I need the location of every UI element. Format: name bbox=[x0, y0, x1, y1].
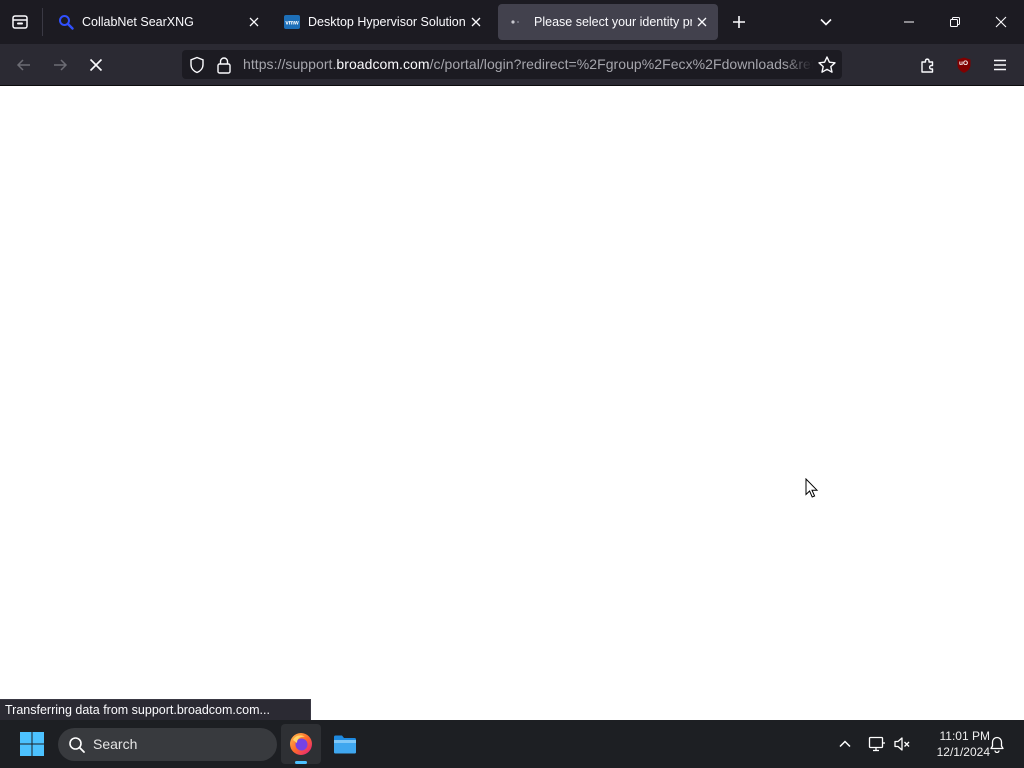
back-button[interactable] bbox=[11, 52, 37, 78]
taskbar-app-file-explorer[interactable] bbox=[325, 724, 365, 764]
tab-separator bbox=[42, 8, 43, 36]
tab-title: Desktop Hypervisor Solutions | VMwa bbox=[308, 15, 466, 29]
svg-text:vmw: vmw bbox=[285, 21, 299, 27]
windows-start-icon[interactable] bbox=[18, 730, 46, 758]
lock-icon[interactable] bbox=[216, 56, 232, 74]
windows-taskbar: Search 11:01 PM 12/1/2024 bbox=[0, 720, 1024, 768]
loading-dot-icon bbox=[510, 14, 526, 30]
mouse-cursor-icon bbox=[805, 478, 819, 498]
tab-title: CollabNet SearXNG bbox=[82, 15, 194, 29]
address-bar[interactable]: https://support.broadcom.com/c/portal/lo… bbox=[182, 50, 842, 79]
search-magnifier-icon bbox=[58, 14, 74, 30]
url-host: broadcom.com bbox=[336, 56, 430, 72]
show-hidden-icons-button[interactable] bbox=[833, 732, 857, 756]
tab-bar: CollabNet SearXNG vmw Desktop Hypervisor… bbox=[0, 0, 1024, 44]
arrow-right-icon bbox=[54, 59, 68, 71]
extensions-button[interactable] bbox=[915, 52, 941, 78]
volume-button[interactable] bbox=[890, 732, 914, 756]
ublock-origin-button[interactable]: uO bbox=[951, 52, 977, 78]
close-tab-icon[interactable] bbox=[692, 12, 712, 32]
close-icon bbox=[995, 16, 1007, 28]
url-path: /c/portal/login?redirect=%2Fgroup%2Fecx%… bbox=[429, 56, 813, 72]
tab-collabnet-searxng[interactable]: CollabNet SearXNG bbox=[46, 4, 270, 40]
active-app-indicator bbox=[295, 761, 307, 764]
url-prefix: https://support. bbox=[243, 56, 337, 72]
stop-loading-button[interactable] bbox=[83, 52, 109, 78]
arrow-left-icon bbox=[16, 59, 30, 71]
firefox-view-icon bbox=[12, 15, 28, 29]
vmware-logo-icon: vmw bbox=[284, 14, 300, 30]
app-menu-button[interactable] bbox=[987, 52, 1013, 78]
taskbar-app-firefox[interactable] bbox=[281, 724, 321, 764]
chevron-up-icon bbox=[839, 740, 851, 748]
speaker-muted-icon bbox=[894, 737, 910, 751]
minimize-icon bbox=[904, 21, 914, 23]
restore-button[interactable] bbox=[932, 0, 978, 44]
status-bar: Transferring data from support.broadcom.… bbox=[0, 699, 311, 720]
notification-center-button[interactable] bbox=[985, 732, 1009, 756]
stop-x-icon bbox=[89, 58, 103, 72]
folder-icon bbox=[334, 735, 356, 754]
tab-desktop-hypervisor[interactable]: vmw Desktop Hypervisor Solutions | VMwa bbox=[272, 4, 492, 40]
close-tab-icon[interactable] bbox=[466, 12, 486, 32]
puzzle-piece-icon bbox=[921, 58, 934, 73]
page-content bbox=[0, 86, 1024, 720]
close-tab-icon[interactable] bbox=[244, 12, 264, 32]
network-status-button[interactable] bbox=[865, 732, 889, 756]
clock-time: 11:01 PM bbox=[939, 729, 990, 743]
bell-icon bbox=[990, 736, 1004, 753]
new-tab-button[interactable] bbox=[728, 11, 750, 33]
ublock-label: uO bbox=[959, 60, 969, 67]
tab-title: Please select your identity provider bbox=[534, 15, 692, 29]
taskbar-search-box[interactable]: Search bbox=[58, 728, 277, 761]
minimize-button[interactable] bbox=[886, 0, 932, 44]
navigation-toolbar: https://support.broadcom.com/c/portal/lo… bbox=[0, 44, 1024, 86]
url-text[interactable]: https://support.broadcom.com/c/portal/lo… bbox=[243, 56, 813, 72]
shield-icon[interactable] bbox=[188, 56, 206, 74]
network-monitor-icon bbox=[868, 736, 885, 752]
firefox-view-button[interactable] bbox=[7, 9, 33, 35]
close-window-button[interactable] bbox=[978, 0, 1024, 44]
list-all-tabs-button[interactable] bbox=[815, 11, 837, 33]
search-icon bbox=[69, 737, 85, 753]
tab-identity-provider[interactable]: Please select your identity provider bbox=[498, 4, 718, 40]
clock-date: 12/1/2024 bbox=[936, 745, 990, 759]
firefox-icon bbox=[290, 733, 312, 755]
hamburger-menu-icon bbox=[994, 59, 1006, 71]
search-label: Search bbox=[93, 736, 138, 752]
system-clock[interactable]: 11:01 PM 12/1/2024 bbox=[918, 728, 990, 760]
chevron-down-icon bbox=[820, 18, 832, 26]
forward-button[interactable] bbox=[47, 52, 73, 78]
bookmark-star-icon[interactable] bbox=[817, 55, 837, 75]
plus-icon bbox=[733, 16, 745, 28]
restore-icon bbox=[950, 17, 960, 27]
